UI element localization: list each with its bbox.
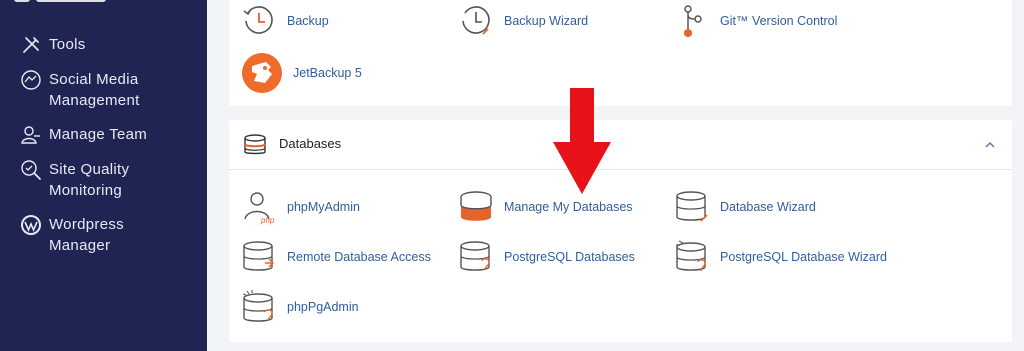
sidebar-item-label: Wordpress Manager <box>49 216 124 254</box>
sidebar-item-social-media[interactable]: Social Media Management <box>20 69 169 111</box>
tool-label: phpMyAdmin <box>287 200 360 214</box>
postgresql-icon <box>460 241 490 271</box>
chevron-up-icon[interactable] <box>983 138 997 152</box>
database-wizard-icon <box>676 191 708 222</box>
tool-phpmyadmin[interactable]: php phpMyAdmin <box>241 189 360 225</box>
tool-label: Backup <box>287 14 329 28</box>
databases-icon <box>244 134 266 155</box>
tool-postgresql-databases[interactable]: PostgreSQL Databases <box>458 239 635 275</box>
phppgadmin-icon <box>242 290 273 322</box>
backup-wizard-icon <box>462 6 490 35</box>
sidebar-item-label: Tools <box>49 36 86 53</box>
social-media-icon <box>21 70 41 90</box>
sidebar-item-tools[interactable]: Tools <box>20 34 169 56</box>
remote-database-icon <box>243 241 274 271</box>
wordpress-icon <box>21 215 41 235</box>
tool-label: JetBackup 5 <box>293 66 362 80</box>
tool-label: PostgreSQL Databases <box>504 250 635 264</box>
tool-manage-my-databases[interactable]: Manage My Databases <box>458 189 633 225</box>
tool-backup-wizard[interactable]: Backup Wizard <box>458 3 588 39</box>
databases-section-header[interactable]: Databases <box>229 120 1012 170</box>
sidebar-item-manage-team[interactable]: Manage Team <box>20 124 169 146</box>
tool-label: phpPgAdmin <box>287 300 359 314</box>
tool-postgresql-database-wizard[interactable]: PostgreSQL Database Wizard <box>674 239 887 275</box>
tool-label: Database Wizard <box>720 200 816 214</box>
tool-label: Backup Wizard <box>504 14 589 28</box>
manage-databases-icon <box>460 191 492 221</box>
tool-git-version-control[interactable]: Git™ Version Control <box>674 3 837 39</box>
section-title: Databases <box>279 136 342 151</box>
sidebar-item-label: Manage Team <box>49 126 148 143</box>
tool-remote-database-access[interactable]: Remote Database Access <box>241 239 431 275</box>
site-quality-icon <box>21 160 41 180</box>
tool-label: Remote Database Access <box>287 250 431 264</box>
backup-icon <box>243 6 273 34</box>
sidebar-item-label: Social Media Management <box>49 71 140 109</box>
tool-database-wizard[interactable]: Database Wizard <box>674 189 816 225</box>
phpmyadmin-icon: php <box>244 192 275 225</box>
svg-text:php: php <box>260 216 275 225</box>
sidebar: Tools Social Media Management Manage Tea… <box>0 0 207 351</box>
team-icon <box>21 126 40 144</box>
sidebar-item-site-quality[interactable]: Site Quality Monitoring <box>20 159 169 201</box>
cpanel-logo <box>14 0 106 2</box>
tool-label: Git™ Version Control <box>720 14 838 28</box>
tool-backup[interactable]: Backup <box>241 3 329 39</box>
git-icon <box>684 5 702 37</box>
sidebar-item-wordpress[interactable]: Wordpress Manager <box>20 214 169 256</box>
red-arrow-annotation <box>553 88 611 194</box>
tool-label: Manage My Databases <box>504 200 633 214</box>
files-panel: Backup Backup Wizard Git™ Version Contro… <box>229 0 1012 106</box>
tool-jetbackup[interactable]: JetBackup 5 <box>241 52 362 94</box>
tool-label: PostgreSQL Database Wizard <box>720 250 887 264</box>
sidebar-item-label: Site Quality Monitoring <box>49 161 130 199</box>
tool-phppgadmin[interactable]: phpPgAdmin <box>241 289 359 325</box>
postgresql-wizard-icon <box>676 240 706 272</box>
jetbackup-icon <box>242 53 282 93</box>
databases-panel: Databases php phpMyAdmin Manage My Datab… <box>229 120 1012 342</box>
tools-icon <box>23 37 39 53</box>
